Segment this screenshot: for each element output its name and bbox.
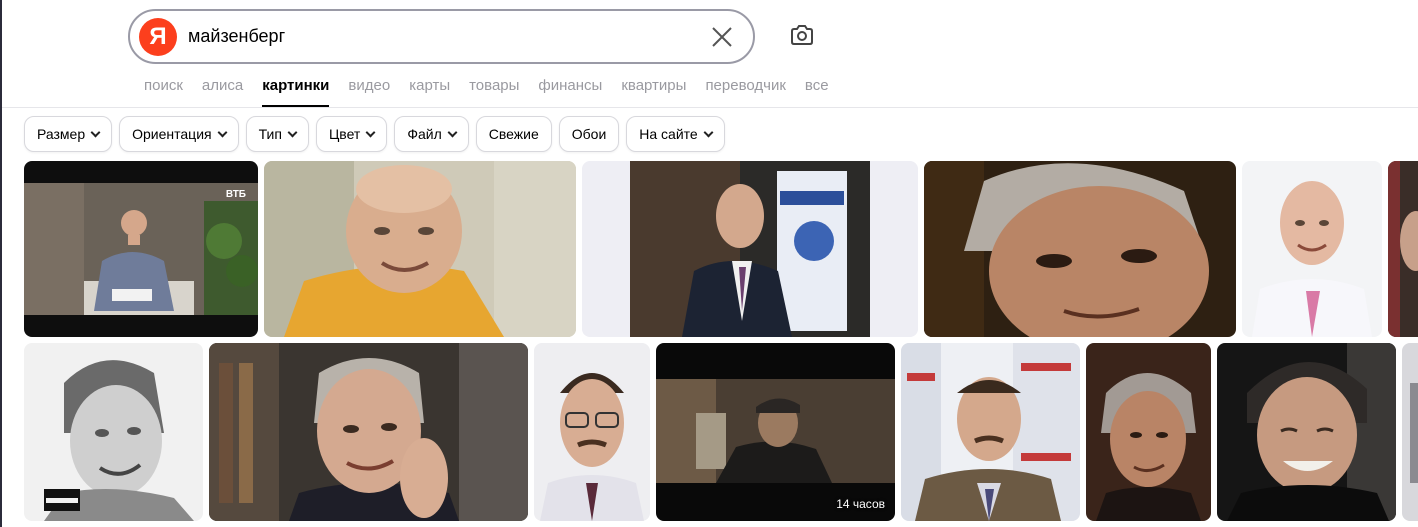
photo-hand-on-chin	[209, 343, 528, 521]
image-result-tile[interactable]	[209, 343, 528, 521]
filter-chip[interactable]: Тип	[245, 116, 309, 152]
filter-chip-label: Свежие	[488, 126, 539, 142]
filter-chip[interactable]: Ориентация	[119, 116, 239, 152]
search-input[interactable]	[188, 26, 688, 47]
photo-warm-portrait	[1086, 343, 1211, 521]
image-result-tile[interactable]	[264, 161, 576, 337]
image-result-tile[interactable]	[924, 161, 1236, 337]
search-tabs: поиск алиса картинки видео карты товары финанс…	[144, 77, 848, 107]
photo-office-interview	[24, 161, 258, 337]
divider	[2, 107, 1418, 108]
filter-chip-label: Размер	[37, 126, 86, 142]
chevron-down-icon	[287, 127, 298, 137]
filter-chip[interactable]: На сайте	[626, 116, 725, 152]
chevron-down-icon	[90, 127, 101, 137]
photo-orange-shirt	[264, 161, 576, 337]
chevron-down-icon	[365, 127, 376, 137]
filter-chip[interactable]: Обои	[558, 116, 620, 152]
tab-4[interactable]: карты	[409, 77, 450, 107]
tab-9[interactable]: все	[805, 77, 829, 107]
filter-chip-label: Цвет	[328, 126, 361, 142]
photo-glasses-tie	[534, 343, 650, 521]
photo-closeup-face	[924, 161, 1236, 337]
filter-chip-label: Обои	[571, 126, 607, 142]
filter-chip-label: На сайте	[639, 126, 698, 142]
tab-1[interactable]: алиса	[202, 77, 243, 107]
image-result-tile[interactable]	[1388, 161, 1418, 337]
chevron-down-icon	[217, 127, 228, 137]
chevron-down-icon	[703, 127, 714, 137]
image-result-tile[interactable]	[1402, 343, 1418, 521]
image-result-tile[interactable]: ВТБ	[24, 161, 258, 337]
filter-chip-label: Файл	[407, 126, 442, 142]
tab-7[interactable]: квартиры	[621, 77, 686, 107]
tab-0[interactable]: поиск	[144, 77, 183, 107]
photo-bw-album-cover	[24, 343, 203, 521]
photo-project-of-year	[582, 161, 918, 337]
photo-partial	[1402, 343, 1418, 521]
close-icon[interactable]	[710, 25, 734, 49]
video-result-tile[interactable]: 14 часов	[656, 343, 895, 521]
image-result-tile[interactable]	[1217, 343, 1396, 521]
filter-chip-label: Тип	[258, 126, 282, 142]
camera-icon[interactable]	[789, 23, 815, 49]
image-result-tile[interactable]	[582, 161, 918, 337]
chevron-down-icon	[447, 127, 458, 137]
tab-6[interactable]: финансы	[538, 77, 602, 107]
filter-chip[interactable]: Размер	[24, 116, 113, 152]
photo-portrait-pink-tie	[1242, 161, 1382, 337]
filter-chip[interactable]: Файл	[394, 116, 469, 152]
photo-smiling-man	[1217, 343, 1396, 521]
yandex-images-page: Я поиск алиса картинки видео карты товары фина…	[0, 0, 1418, 527]
yandex-logo-icon[interactable]: Я	[139, 18, 177, 56]
tab-5[interactable]: товары	[469, 77, 519, 107]
image-result-tile[interactable]	[901, 343, 1080, 521]
vtb-watermark: ВТБ	[225, 189, 246, 200]
filter-bar: Размер Ориентация Тип Цвет Файл Свежие Обои На …	[24, 116, 732, 152]
search-box[interactable]: Я	[128, 9, 755, 64]
photo-infosecurity-event	[901, 343, 1080, 521]
filter-chip[interactable]: Свежие	[475, 116, 552, 152]
video-duration: 14 часов	[836, 497, 885, 511]
image-result-tile[interactable]	[1242, 161, 1382, 337]
image-result-tile[interactable]	[1086, 343, 1211, 521]
tab-2[interactable]: картинки	[262, 77, 330, 107]
tab-3[interactable]: видео	[348, 77, 390, 107]
filter-chip-label: Ориентация	[132, 126, 212, 142]
tab-8[interactable]: переводчик	[705, 77, 785, 107]
photo-partial	[1388, 161, 1418, 337]
image-result-tile[interactable]	[24, 343, 203, 521]
image-result-tile[interactable]	[534, 343, 650, 521]
filter-chip[interactable]: Цвет	[315, 116, 388, 152]
video-thumbnail-dark-room	[656, 343, 895, 521]
